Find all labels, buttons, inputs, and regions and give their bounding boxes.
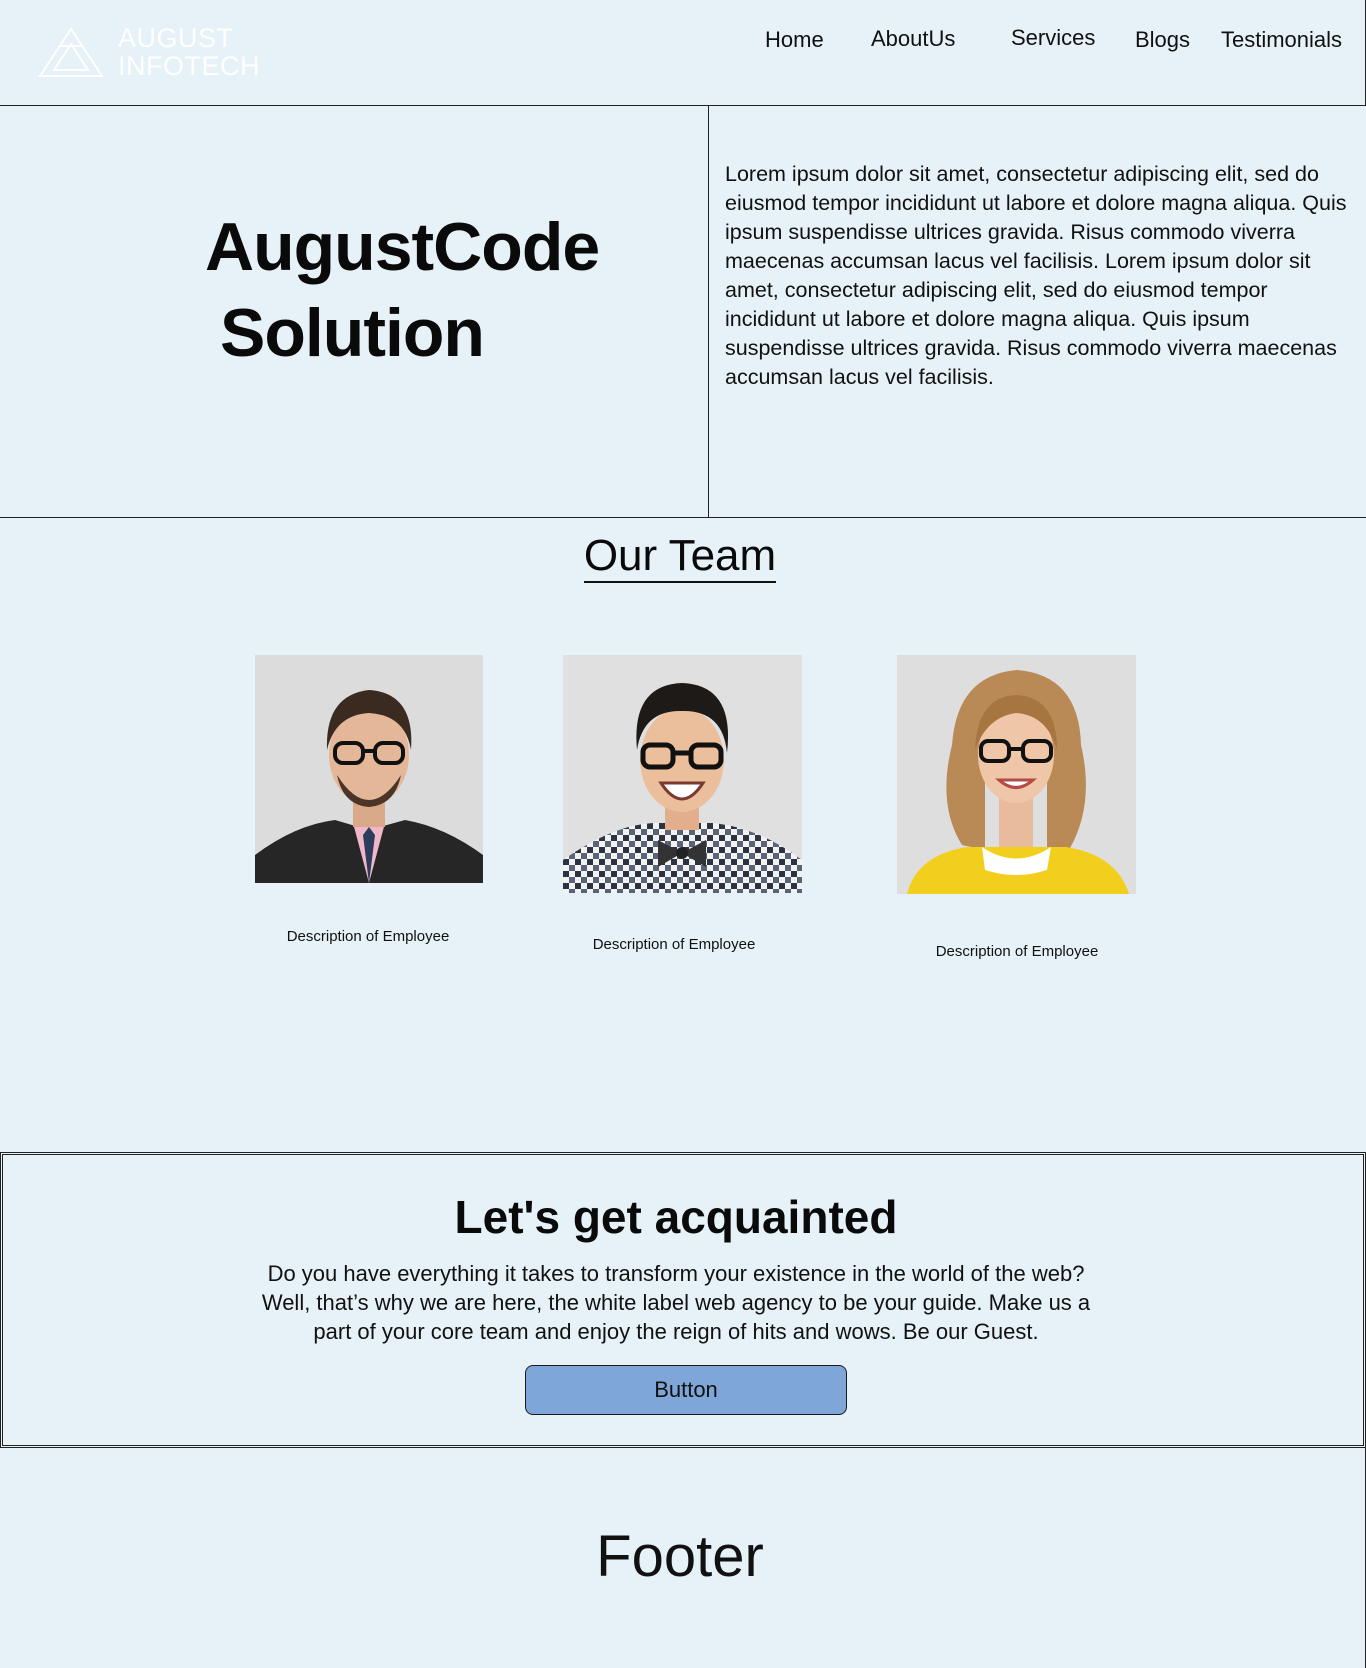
footer-label: Footer	[596, 1524, 764, 1589]
hero-title: AugustCode Solution	[205, 204, 625, 376]
site-header: AUGUST INFOTECH Home AboutUs Services Bl…	[0, 0, 1366, 106]
brand-name-line1: AUGUST	[118, 23, 234, 53]
team-heading-text: Our Team	[583, 531, 777, 583]
brand-name: AUGUST INFOTECH	[118, 24, 260, 80]
hero-divider	[708, 106, 709, 518]
hero-title-line2: Solution	[220, 295, 485, 371]
nav-about-us[interactable]: AboutUs	[871, 26, 955, 52]
nav-testimonials[interactable]: Testimonials	[1221, 27, 1342, 53]
cta-section: Let's get acquainted Do you have everyth…	[0, 1152, 1366, 1448]
cta-button[interactable]: Button	[525, 1365, 847, 1415]
employee-description: Description of Employee	[935, 943, 1099, 960]
nav-home[interactable]: Home	[765, 27, 824, 53]
hero-title-line1: AugustCode	[205, 209, 600, 285]
employee-description: Description of Employee	[286, 928, 450, 945]
brand-logo[interactable]: AUGUST INFOTECH	[38, 24, 268, 80]
logo-triangle-icon	[38, 27, 104, 77]
employee-photo	[563, 655, 802, 893]
brand-name-line2: INFOTECH	[118, 51, 260, 81]
hero-section: AugustCode Solution Lorem ipsum dolor si…	[0, 106, 1366, 518]
cta-heading: Let's get acquainted	[454, 1191, 898, 1243]
site-footer: Footer	[0, 1448, 1366, 1668]
man-portrait-icon	[563, 655, 802, 893]
employee-photo	[897, 655, 1136, 894]
employee-photo	[255, 655, 483, 883]
nav-services[interactable]: Services	[1011, 25, 1095, 51]
woman-portrait-icon	[897, 655, 1136, 894]
nav-blogs[interactable]: Blogs	[1135, 27, 1190, 53]
cta-description: Do you have everything it takes to trans…	[261, 1261, 1091, 1344]
team-heading: Our Team	[0, 528, 1360, 584]
hero-description: Lorem ipsum dolor sit amet, consectetur …	[725, 162, 1347, 389]
man-portrait-icon	[255, 655, 483, 883]
employee-description: Description of Employee	[592, 936, 756, 953]
